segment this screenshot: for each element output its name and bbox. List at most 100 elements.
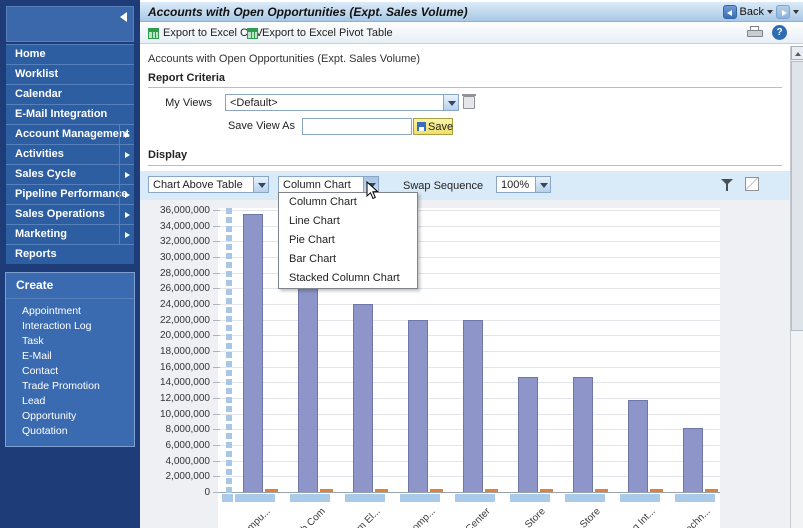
bar-1[interactable] — [243, 213, 263, 492]
layout-select-dropdown-icon[interactable] — [253, 176, 269, 193]
submenu-arrow-icon[interactable] — [119, 185, 134, 204]
secondary-bar-2[interactable] — [320, 489, 333, 492]
save-view-as-input[interactable] — [302, 118, 412, 135]
chart-toggle-icon[interactable] — [745, 177, 759, 191]
menu-option-bar-chart[interactable]: Bar Chart — [279, 250, 417, 269]
menu-option-pie-chart[interactable]: Pie Chart — [279, 231, 417, 250]
sidebar-item-calendar[interactable]: Calendar — [6, 84, 134, 104]
submenu-arrow-icon[interactable] — [119, 205, 134, 224]
forward-icon[interactable] — [776, 5, 790, 19]
bar-9[interactable] — [683, 427, 703, 492]
vertical-scrollbar[interactable] — [790, 46, 803, 528]
menu-option-column-chart[interactable]: Column Chart — [279, 193, 417, 212]
y-tick-label: 0 — [204, 487, 210, 498]
submenu-arrow-icon[interactable] — [119, 125, 134, 144]
scroll-up-icon[interactable] — [791, 46, 803, 60]
sidebar-item-e-mail-integration[interactable]: E-Mail Integration — [6, 104, 134, 124]
secondary-bar-3[interactable] — [375, 489, 388, 492]
category-strip — [620, 494, 660, 502]
chart-type-select[interactable]: Column Chart — [278, 176, 364, 193]
sidebar-item-label: Sales Cycle — [15, 168, 77, 180]
save-view-button[interactable]: Save — [413, 118, 453, 135]
secondary-bar-8[interactable] — [650, 489, 663, 492]
menu-option-line-chart[interactable]: Line Chart — [279, 212, 417, 231]
submenu-arrow-icon[interactable] — [119, 225, 134, 244]
sidebar-item-pipeline-performance[interactable]: Pipeline Performance — [6, 184, 134, 204]
category-strip — [400, 494, 440, 502]
secondary-bar-4[interactable] — [430, 489, 443, 492]
sidebar-item-worklist[interactable]: Worklist — [6, 64, 134, 84]
create-item-trade-promotion[interactable]: Trade Promotion — [6, 378, 134, 393]
bar-7[interactable] — [573, 376, 593, 492]
swap-sequence-button[interactable]: Swap Sequence — [403, 180, 483, 192]
create-item-e-mail[interactable]: E-Mail — [6, 348, 134, 363]
divider — [148, 87, 782, 88]
sidebar-item-marketing[interactable]: Marketing — [6, 224, 134, 244]
bar-8[interactable] — [628, 400, 648, 492]
y-tick-label: 26,000,000 — [159, 283, 210, 295]
back-button[interactable]: Back — [740, 6, 764, 18]
collapse-sidebar-icon[interactable] — [120, 12, 127, 22]
create-item-interaction-log[interactable]: Interaction Log — [6, 318, 134, 333]
create-item-lead[interactable]: Lead — [6, 393, 134, 408]
sidebar-item-activities[interactable]: Activities — [6, 144, 134, 164]
menu-option-stacked-column-chart[interactable]: Stacked Column Chart — [279, 269, 417, 288]
my-views-select[interactable]: <Default> — [225, 94, 444, 111]
layout-select[interactable]: Chart Above Table — [148, 176, 254, 193]
bar-5[interactable] — [463, 319, 483, 492]
save-view-as-label: Save View As — [227, 120, 295, 132]
back-icon[interactable] — [722, 5, 737, 19]
secondary-bar-7[interactable] — [595, 489, 608, 492]
help-icon[interactable]: ? — [772, 25, 787, 40]
zoom-select[interactable]: 100% — [496, 176, 536, 193]
submenu-arrow-icon[interactable] — [119, 165, 134, 184]
bar-4[interactable] — [408, 319, 428, 492]
bar-3[interactable] — [353, 304, 373, 492]
zoom-select-dropdown-icon[interactable] — [535, 176, 551, 193]
y-tick-label: 8,000,000 — [165, 424, 211, 436]
create-item-task[interactable]: Task — [6, 333, 134, 348]
sidebar-item-label: Account Management — [15, 128, 130, 140]
export-pivot-label: Export to Excel Pivot Table — [262, 27, 393, 39]
sidebar-item-label: Home — [15, 48, 46, 60]
secondary-bar-1[interactable] — [265, 489, 278, 492]
scrollbar-thumb[interactable] — [791, 61, 803, 331]
sidebar-item-reports[interactable]: Reports — [6, 244, 134, 264]
secondary-bar-9[interactable] — [705, 489, 718, 492]
create-item-contact[interactable]: Contact — [6, 363, 134, 378]
back-menu-caret-icon[interactable] — [767, 10, 773, 14]
create-panel: Create Appointment Interaction Log Task E-M… — [5, 272, 135, 447]
sidebar-item-sales-operations[interactable]: Sales Operations — [6, 204, 134, 224]
y-tick-mark — [213, 351, 220, 352]
sidebar-item-home[interactable]: Home — [6, 44, 134, 64]
y-tick-label: 34,000,000 — [159, 220, 210, 232]
sidebar-item-label: Worklist — [15, 68, 59, 80]
secondary-bar-6[interactable] — [540, 489, 553, 492]
bar-2[interactable] — [298, 272, 318, 492]
filter-icon[interactable] — [720, 178, 734, 192]
sidebar-item-account-management[interactable]: Account Management — [6, 124, 134, 144]
y-tick-label: 18,000,000 — [159, 346, 210, 357]
sidebar: Home Worklist Calendar E-Mail Integration Ac… — [0, 0, 140, 528]
chart-controls-bar: Chart Above Table Column Chart Swap Sequ… — [140, 171, 790, 200]
bar-6[interactable] — [518, 376, 538, 492]
y-tick-label: 24,000,000 — [159, 299, 210, 310]
create-item-opportunity[interactable]: Opportunity — [6, 408, 134, 423]
category-strip — [290, 494, 330, 502]
y-tick-mark — [213, 460, 220, 462]
category-strip — [510, 494, 550, 502]
submenu-arrow-icon[interactable] — [119, 145, 134, 164]
create-item-quotation[interactable]: Quotation — [6, 423, 134, 438]
column-chart: 0 2,000,000 4,000,000 6,000,000 8,000,000 10,… — [140, 200, 790, 528]
print-icon[interactable] — [747, 26, 763, 39]
y-tick-mark — [213, 272, 220, 274]
create-item-appointment[interactable]: Appointment — [6, 303, 134, 318]
forward-menu-caret-icon[interactable] — [793, 10, 799, 14]
export-excel-csv-button[interactable]: Export to Excel CSV — [148, 25, 263, 41]
export-excel-pivot-button[interactable]: Export to Excel Pivot Table — [247, 25, 393, 41]
secondary-bar-5[interactable] — [485, 489, 498, 492]
sidebar-nav: Home Worklist Calendar E-Mail Integration Ac… — [6, 44, 134, 264]
my-views-dropdown-icon[interactable] — [443, 94, 459, 111]
delete-view-icon[interactable] — [462, 94, 476, 109]
sidebar-item-sales-cycle[interactable]: Sales Cycle — [6, 164, 134, 184]
